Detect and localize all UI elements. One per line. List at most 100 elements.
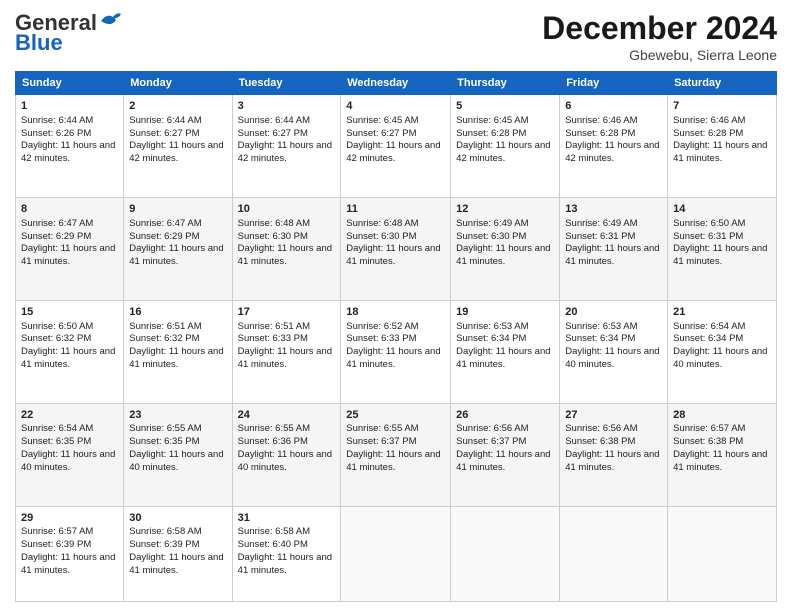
table-cell: 19Sunrise: 6:53 AMSunset: 6:34 PMDayligh… (451, 300, 560, 403)
day-number: 18 (346, 305, 445, 320)
day-info: Sunrise: 6:45 AM (456, 115, 554, 128)
table-cell: 26Sunrise: 6:56 AMSunset: 6:37 PMDayligh… (451, 403, 560, 506)
day-number: 17 (238, 305, 336, 320)
day-number: 1 (21, 99, 118, 114)
day-number: 6 (565, 99, 662, 114)
day-info: Daylight: 11 hours and 41 minutes. (456, 449, 554, 475)
day-number: 28 (673, 408, 771, 423)
table-cell: 22Sunrise: 6:54 AMSunset: 6:35 PMDayligh… (16, 403, 124, 506)
col-friday: Friday (560, 72, 668, 95)
day-info: Daylight: 11 hours and 41 minutes. (21, 552, 118, 578)
day-info: Sunrise: 6:53 AM (565, 321, 662, 334)
day-number: 22 (21, 408, 118, 423)
col-wednesday: Wednesday (341, 72, 451, 95)
table-cell: 15Sunrise: 6:50 AMSunset: 6:32 PMDayligh… (16, 300, 124, 403)
day-number: 4 (346, 99, 445, 114)
day-number: 21 (673, 305, 771, 320)
day-info: Sunset: 6:37 PM (456, 436, 554, 449)
day-info: Sunrise: 6:49 AM (565, 218, 662, 231)
logo: General Blue (15, 10, 121, 56)
day-info: Sunrise: 6:57 AM (21, 526, 118, 539)
day-info: Daylight: 11 hours and 41 minutes. (238, 243, 336, 269)
col-thursday: Thursday (451, 72, 560, 95)
day-info: Sunset: 6:32 PM (21, 333, 118, 346)
day-number: 19 (456, 305, 554, 320)
table-cell: 28Sunrise: 6:57 AMSunset: 6:38 PMDayligh… (668, 403, 777, 506)
day-info: Sunset: 6:40 PM (238, 539, 336, 552)
day-info: Sunrise: 6:57 AM (673, 423, 771, 436)
table-cell: 8Sunrise: 6:47 AMSunset: 6:29 PMDaylight… (16, 197, 124, 300)
day-info: Daylight: 11 hours and 41 minutes. (346, 346, 445, 372)
day-info: Daylight: 11 hours and 41 minutes. (673, 140, 771, 166)
day-info: Sunrise: 6:56 AM (456, 423, 554, 436)
day-info: Sunrise: 6:58 AM (238, 526, 336, 539)
day-info: Sunrise: 6:56 AM (565, 423, 662, 436)
day-number: 10 (238, 202, 336, 217)
day-info: Sunset: 6:33 PM (238, 333, 336, 346)
day-info: Sunrise: 6:44 AM (21, 115, 118, 128)
day-info: Sunrise: 6:48 AM (346, 218, 445, 231)
day-info: Daylight: 11 hours and 42 minutes. (21, 140, 118, 166)
day-info: Sunrise: 6:48 AM (238, 218, 336, 231)
logo-blue: Blue (15, 30, 63, 56)
day-info: Daylight: 11 hours and 40 minutes. (673, 346, 771, 372)
day-number: 13 (565, 202, 662, 217)
day-info: Sunset: 6:30 PM (346, 231, 445, 244)
day-info: Sunrise: 6:52 AM (346, 321, 445, 334)
day-info: Sunrise: 6:53 AM (456, 321, 554, 334)
day-info: Sunset: 6:34 PM (565, 333, 662, 346)
day-info: Daylight: 11 hours and 42 minutes. (346, 140, 445, 166)
day-info: Sunrise: 6:55 AM (346, 423, 445, 436)
day-number: 27 (565, 408, 662, 423)
day-number: 8 (21, 202, 118, 217)
day-number: 24 (238, 408, 336, 423)
table-cell: 17Sunrise: 6:51 AMSunset: 6:33 PMDayligh… (232, 300, 341, 403)
logo-bird-icon (99, 11, 121, 31)
day-info: Sunset: 6:35 PM (129, 436, 226, 449)
day-info: Daylight: 11 hours and 41 minutes. (565, 243, 662, 269)
day-number: 11 (346, 202, 445, 217)
day-info: Sunrise: 6:50 AM (673, 218, 771, 231)
table-cell: 14Sunrise: 6:50 AMSunset: 6:31 PMDayligh… (668, 197, 777, 300)
day-info: Daylight: 11 hours and 40 minutes. (565, 346, 662, 372)
day-info: Daylight: 11 hours and 41 minutes. (238, 346, 336, 372)
table-cell: 2Sunrise: 6:44 AMSunset: 6:27 PMDaylight… (124, 95, 232, 198)
table-cell (668, 506, 777, 602)
table-cell: 21Sunrise: 6:54 AMSunset: 6:34 PMDayligh… (668, 300, 777, 403)
day-info: Sunset: 6:28 PM (565, 128, 662, 141)
location: Gbewebu, Sierra Leone (542, 47, 777, 63)
table-cell (451, 506, 560, 602)
day-info: Daylight: 11 hours and 41 minutes. (346, 243, 445, 269)
day-number: 12 (456, 202, 554, 217)
table-cell: 29Sunrise: 6:57 AMSunset: 6:39 PMDayligh… (16, 506, 124, 602)
page: General Blue December 2024 Gbewebu, Sier… (0, 0, 792, 612)
day-info: Sunset: 6:37 PM (346, 436, 445, 449)
day-info: Daylight: 11 hours and 42 minutes. (238, 140, 336, 166)
col-monday: Monday (124, 72, 232, 95)
table-cell (560, 506, 668, 602)
calendar-week-row: 1Sunrise: 6:44 AMSunset: 6:26 PMDaylight… (16, 95, 777, 198)
day-number: 2 (129, 99, 226, 114)
col-saturday: Saturday (668, 72, 777, 95)
table-cell: 31Sunrise: 6:58 AMSunset: 6:40 PMDayligh… (232, 506, 341, 602)
calendar-table: Sunday Monday Tuesday Wednesday Thursday… (15, 71, 777, 602)
day-info: Sunset: 6:28 PM (673, 128, 771, 141)
day-number: 26 (456, 408, 554, 423)
day-number: 3 (238, 99, 336, 114)
day-info: Sunset: 6:31 PM (565, 231, 662, 244)
day-info: Sunrise: 6:50 AM (21, 321, 118, 334)
day-number: 25 (346, 408, 445, 423)
calendar-week-row: 8Sunrise: 6:47 AMSunset: 6:29 PMDaylight… (16, 197, 777, 300)
day-info: Daylight: 11 hours and 41 minutes. (129, 552, 226, 578)
day-number: 14 (673, 202, 771, 217)
day-info: Daylight: 11 hours and 41 minutes. (673, 243, 771, 269)
day-info: Sunset: 6:34 PM (673, 333, 771, 346)
day-info: Daylight: 11 hours and 41 minutes. (673, 449, 771, 475)
day-info: Sunset: 6:38 PM (673, 436, 771, 449)
header: General Blue December 2024 Gbewebu, Sier… (15, 10, 777, 63)
day-info: Daylight: 11 hours and 42 minutes. (565, 140, 662, 166)
calendar-week-row: 22Sunrise: 6:54 AMSunset: 6:35 PMDayligh… (16, 403, 777, 506)
day-number: 7 (673, 99, 771, 114)
day-info: Daylight: 11 hours and 40 minutes. (238, 449, 336, 475)
day-info: Sunset: 6:29 PM (129, 231, 226, 244)
